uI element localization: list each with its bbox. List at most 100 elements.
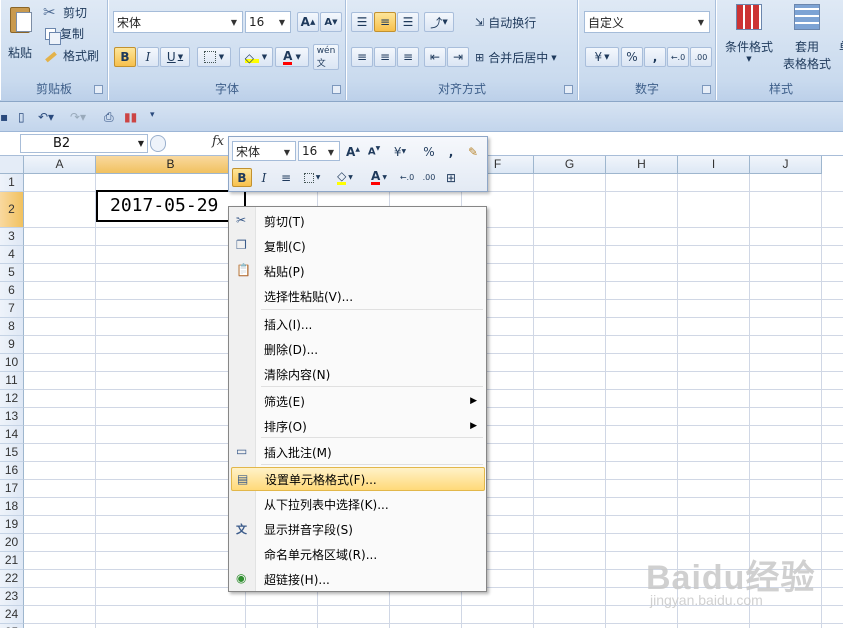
row-header-14[interactable]: 14: [0, 426, 24, 444]
row-header-25[interactable]: 25: [0, 624, 24, 628]
insert-function-icon[interactable]: fx: [212, 134, 224, 149]
chart-icon[interactable]: ▮▮: [124, 110, 137, 124]
border-button[interactable]: ▼: [197, 47, 231, 67]
row-header-3[interactable]: 3: [0, 228, 24, 246]
table-format-button[interactable]: 套用 表格格式: [775, 4, 839, 72]
italic-button[interactable]: I: [137, 47, 159, 67]
menu-sort[interactable]: 排序(O) ▶: [231, 414, 485, 438]
increase-indent-button[interactable]: ⇥: [447, 47, 469, 67]
mini-merge-button[interactable]: ⊞: [441, 168, 461, 187]
mini-border-button[interactable]: ▼: [298, 168, 326, 187]
mini-comma-button[interactable]: ,: [441, 142, 461, 161]
row-header-2[interactable]: 2: [0, 192, 24, 228]
save-icon[interactable]: ▪: [0, 110, 8, 124]
row-header-16[interactable]: 16: [0, 462, 24, 480]
mini-font-name-select[interactable]: 宋体 ▼: [232, 141, 296, 161]
menu-paste[interactable]: 📋 粘贴(P): [231, 259, 485, 283]
menu-insert-comment[interactable]: ▭ 插入批注(M): [231, 440, 485, 464]
menu-hyperlink[interactable]: ◉ 超链接(H)...: [231, 567, 485, 591]
row-header-17[interactable]: 17: [0, 480, 24, 498]
grow-font-button[interactable]: A ▲: [297, 12, 319, 32]
align-center-button[interactable]: ≡: [374, 47, 396, 67]
row-header-23[interactable]: 23: [0, 588, 24, 606]
paste-button[interactable]: 粘贴: [3, 4, 37, 64]
row-header-9[interactable]: 9: [0, 336, 24, 354]
row-header-10[interactable]: 10: [0, 354, 24, 372]
mini-percent-button[interactable]: %: [419, 142, 439, 161]
decrease-indent-button[interactable]: ⇤: [424, 47, 446, 67]
merge-center-button[interactable]: ⊞ 合并后居中 ▼: [475, 49, 557, 66]
column-header-j[interactable]: J: [750, 156, 822, 174]
clipboard-launcher-icon[interactable]: [94, 85, 103, 94]
cell-b2[interactable]: 2017-05-29: [96, 190, 246, 222]
row-header-24[interactable]: 24: [0, 606, 24, 624]
number-format-select[interactable]: 自定义 ▼: [584, 11, 710, 33]
menu-insert[interactable]: 插入(I)...: [231, 312, 485, 336]
row-header-11[interactable]: 11: [0, 372, 24, 390]
comma-button[interactable]: ,: [644, 47, 666, 67]
row-header-5[interactable]: 5: [0, 264, 24, 282]
name-box[interactable]: B2 ▼: [20, 134, 148, 153]
mini-format-painter-button[interactable]: ✎: [463, 142, 483, 161]
alignment-launcher-icon[interactable]: [564, 85, 573, 94]
column-header-b[interactable]: B: [96, 156, 246, 174]
row-header-12[interactable]: 12: [0, 390, 24, 408]
row-header-8[interactable]: 8: [0, 318, 24, 336]
align-top-button[interactable]: ☰: [351, 12, 373, 32]
row-header-19[interactable]: 19: [0, 516, 24, 534]
mini-center-button[interactable]: ≡: [276, 168, 296, 187]
align-bottom-button[interactable]: ☰: [397, 12, 419, 32]
menu-filter[interactable]: 筛选(E) ▶: [231, 389, 485, 413]
customize-toolbar-icon[interactable]: ▾: [150, 110, 155, 124]
menu-delete[interactable]: 删除(D)...: [231, 337, 485, 361]
fill-color-button[interactable]: ◇ ▼: [239, 47, 273, 67]
row-header-21[interactable]: 21: [0, 552, 24, 570]
row-header-4[interactable]: 4: [0, 246, 24, 264]
row-header-15[interactable]: 15: [0, 444, 24, 462]
new-file-icon[interactable]: ▯: [18, 110, 25, 124]
font-launcher-icon[interactable]: [332, 85, 341, 94]
mini-font-size-select[interactable]: 16 ▼: [298, 141, 340, 161]
row-header-1[interactable]: 1: [0, 174, 24, 192]
currency-button[interactable]: ¥ ▼: [585, 47, 619, 67]
decrease-decimal-button[interactable]: .00: [690, 47, 712, 67]
mini-increase-decimal-button[interactable]: ←.0: [397, 168, 417, 187]
mini-shrink-font-button[interactable]: A▼: [364, 142, 384, 161]
mini-grow-font-button[interactable]: A▲: [343, 142, 363, 161]
menu-pick-from-list[interactable]: 从下拉列表中选择(K)...: [231, 492, 485, 516]
menu-define-name[interactable]: 命名单元格区域(R)...: [231, 542, 485, 566]
column-header-i[interactable]: I: [678, 156, 750, 174]
column-header-a[interactable]: A: [24, 156, 96, 174]
cut-button[interactable]: 剪切: [43, 3, 87, 21]
menu-clear-contents[interactable]: 清除内容(N): [231, 362, 485, 386]
bold-button[interactable]: B: [114, 47, 136, 67]
wrap-text-button[interactable]: ⇲ 自动换行: [475, 14, 536, 31]
menu-copy[interactable]: ❐ 复制(C): [231, 234, 485, 258]
redo-icon[interactable]: ↷▾: [70, 110, 86, 124]
font-color-button[interactable]: A ▼: [275, 47, 309, 67]
row-header-18[interactable]: 18: [0, 498, 24, 516]
underline-button[interactable]: U ▼: [160, 47, 190, 67]
row-header-13[interactable]: 13: [0, 408, 24, 426]
increase-decimal-button[interactable]: ←.0: [667, 47, 689, 67]
mini-italic-button[interactable]: I: [254, 168, 274, 187]
align-right-button[interactable]: ≡: [397, 47, 419, 67]
format-painter-button[interactable]: 格式刷: [43, 47, 99, 64]
font-size-select[interactable]: 16 ▼: [245, 11, 291, 33]
row-header-6[interactable]: 6: [0, 282, 24, 300]
conditional-format-button[interactable]: 条件格式 ▼: [721, 4, 777, 63]
shrink-font-button[interactable]: A ▼: [320, 12, 342, 32]
cell-styles-button[interactable]: 单: [839, 38, 843, 55]
menu-format-cells[interactable]: ▤ 设置单元格格式(F)...: [231, 467, 485, 491]
percent-button[interactable]: %: [621, 47, 643, 67]
mini-fill-color-button[interactable]: ◇ ▼: [330, 168, 360, 187]
column-header-h[interactable]: H: [606, 156, 678, 174]
column-header-g[interactable]: G: [534, 156, 606, 174]
menu-paste-special[interactable]: 选择性粘贴(V)...: [231, 284, 485, 308]
mini-decrease-decimal-button[interactable]: .00: [419, 168, 439, 187]
orientation-button[interactable]: ⤴ ▼: [424, 12, 454, 32]
print-preview-icon[interactable]: ⎙: [104, 110, 114, 124]
select-all-corner[interactable]: [0, 156, 24, 174]
formula-bar-expand-icon[interactable]: [150, 135, 166, 152]
align-middle-button[interactable]: ≡: [374, 12, 396, 32]
